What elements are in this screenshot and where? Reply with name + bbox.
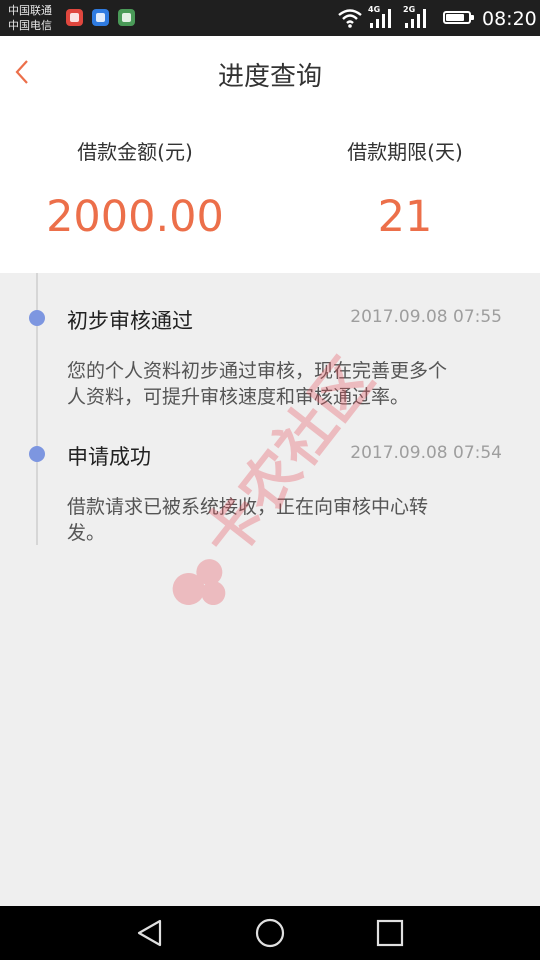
- back-triangle-icon: [137, 919, 162, 947]
- timeline-dot: [29, 446, 45, 462]
- nav-home-button[interactable]: [253, 916, 287, 950]
- status-bar: 中国联通 中国电信 4G 2G 08:20: [0, 0, 540, 36]
- carrier-2: 中国电信: [8, 19, 52, 32]
- timeline-item-title: 初步审核通过: [67, 309, 193, 333]
- nav-recents-button[interactable]: [373, 916, 407, 950]
- timeline-dot: [29, 310, 45, 326]
- loan-period-label: 借款期限(天): [347, 140, 463, 164]
- timeline-item-description: 您的个人资料初步通过审核，现在完善更多个 人资料，可提升审核速度和审核通过率。: [67, 358, 497, 410]
- status-time: 08:20: [482, 8, 537, 30]
- signal-strength-1-icon: 4G: [368, 5, 394, 30]
- description-line: 借款请求已被系统接收，正在向审核中心转: [67, 496, 429, 518]
- store-app-icon: [118, 9, 135, 26]
- page-title: 进度查询: [217, 62, 322, 92]
- battery-level: [446, 14, 464, 21]
- loan-amount-label: 借款金额(元): [77, 140, 193, 164]
- signal-strength-2-icon: 2G: [403, 5, 429, 30]
- gallery-app-icon: [92, 9, 109, 26]
- loan-amount-value: 2000.00: [46, 192, 224, 242]
- loan-summary: 借款金额(元) 2000.00 借款期限(天) 21: [0, 110, 540, 273]
- timeline-item-time: 2017.09.08 07:54: [350, 443, 502, 463]
- progress-timeline: 初步审核通过 2017.09.08 07:55 您的个人资料初步通过审核，现在完…: [0, 273, 540, 906]
- nav-back-button[interactable]: [133, 916, 167, 950]
- battery-icon: [443, 11, 474, 24]
- app-header: 进度查询: [0, 36, 540, 110]
- description-line: 您的个人资料初步通过审核，现在完善更多个: [67, 360, 448, 382]
- recents-square-icon: [376, 919, 404, 947]
- description-line: 人资料，可提升审核速度和审核通过率。: [67, 386, 410, 408]
- mail-app-icon: [66, 9, 83, 26]
- wifi-icon: [338, 9, 362, 28]
- carrier-1: 中国联通: [8, 4, 52, 17]
- loan-period-value: 21: [377, 192, 433, 242]
- timeline-item-description: 借款请求已被系统接收，正在向审核中心转 发。: [67, 494, 497, 546]
- timeline-item-time: 2017.09.08 07:55: [350, 307, 502, 327]
- home-circle-icon: [255, 918, 285, 948]
- navigation-bar: [0, 906, 540, 960]
- carrier-info: 中国联通 中国电信: [8, 3, 52, 33]
- description-line: 发。: [67, 522, 106, 544]
- timeline-item-title: 申请成功: [67, 445, 151, 469]
